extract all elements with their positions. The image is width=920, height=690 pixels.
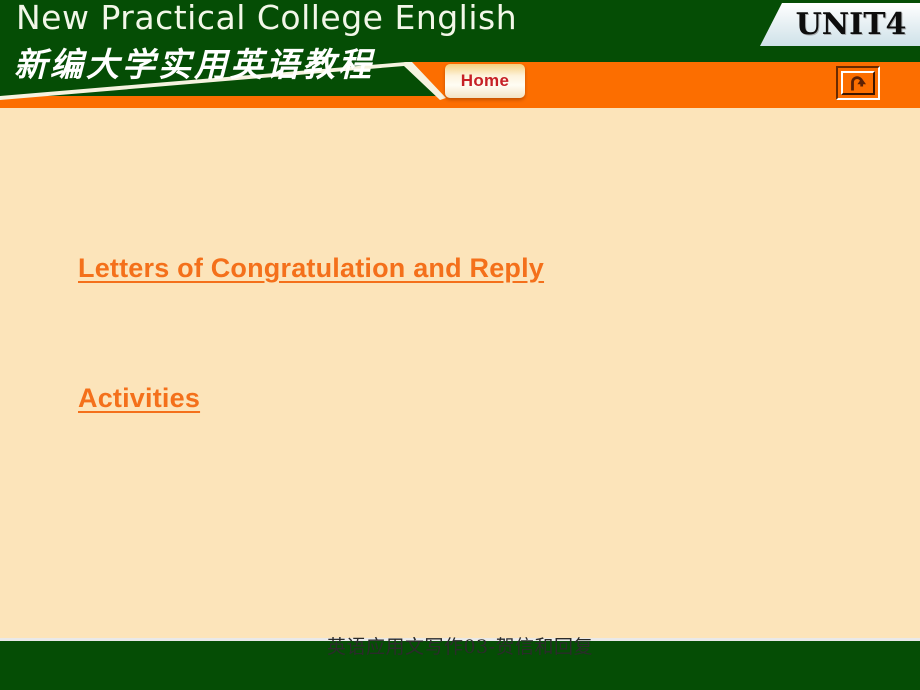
footer-caption: 英语应用文写作03-贺信和回复 [326,636,594,658]
return-button-bevel [841,71,875,95]
course-title-chinese: 新编大学实用英语教程 [14,45,374,84]
slide-content: Letters of Congratulation and Reply Acti… [0,108,920,638]
course-title-english: New Practical College English [16,0,518,37]
unit-badge-label: UNIT4 [795,7,907,42]
home-button[interactable]: Home [445,64,525,98]
content-link-activities[interactable]: Activities [78,383,200,414]
home-button-label: Home [460,71,510,90]
return-button[interactable] [836,66,880,100]
slide-root: New Practical College English 新编大学实用英语教程… [0,0,920,690]
unit-badge: UNIT4 [760,3,920,46]
content-link-letters-of-congratulation[interactable]: Letters of Congratulation and Reply [78,253,544,284]
u-turn-arrow-icon [851,76,866,91]
header-banner: New Practical College English 新编大学实用英语教程… [0,0,920,108]
